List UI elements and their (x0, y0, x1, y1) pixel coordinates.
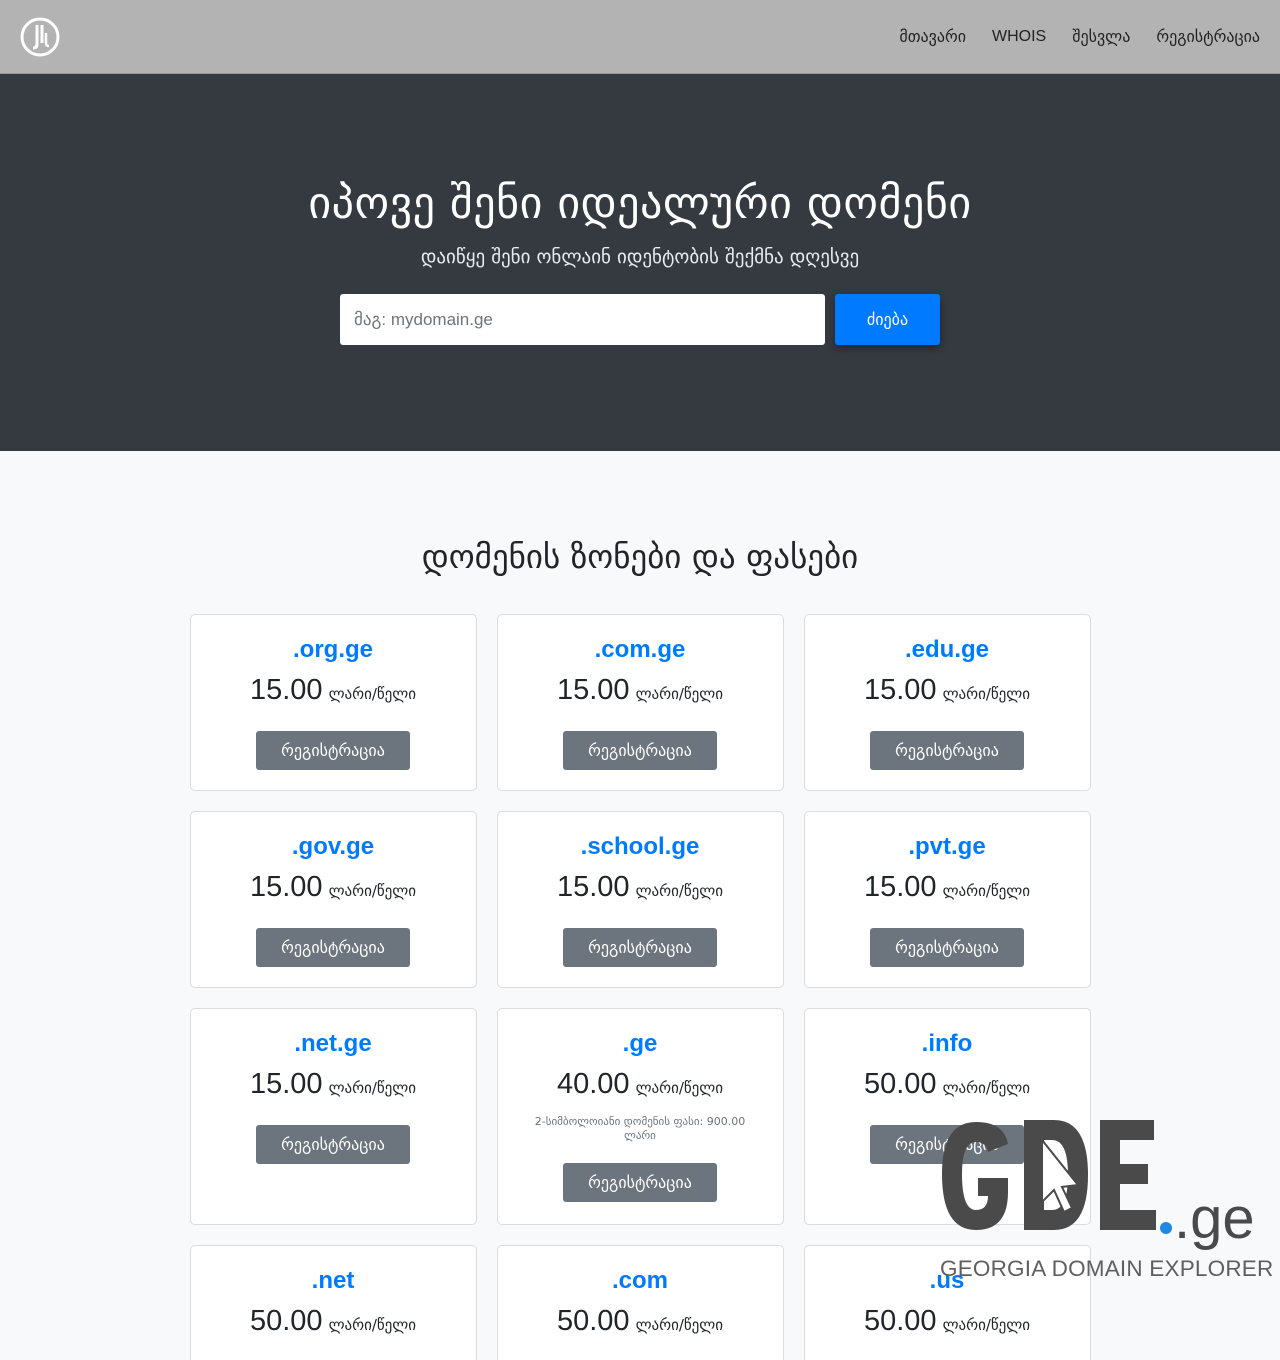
hero-section: იპოვე შენი იდეალური დომენი დაიწყე შენი ო… (0, 74, 1280, 451)
zone-price: 15.00 ლარი/წელი (191, 870, 476, 908)
zone-name: .gov.ge (291, 833, 375, 860)
zone-name: .school.ge (580, 833, 700, 860)
gde-watermark: .ge GEORGIA DOMAIN EXPLORER (936, 1112, 1273, 1292)
zone-card: .org.ge 15.00 ლარი/წელი რეგისტრაცია (189, 614, 477, 791)
zone-price: 15.00 ლარი/წელი (191, 673, 476, 711)
price-unit: ლარი/წელი (328, 685, 417, 703)
zone-price: 50.00 ლარი/წელი (805, 1304, 1090, 1342)
register-button[interactable]: რეგისტრაცია (870, 928, 1024, 967)
zone-name: .com (611, 1267, 668, 1294)
zone-name: .info (921, 1030, 973, 1057)
zone-price: 40.00 ლარი/წელი (498, 1067, 783, 1105)
nav-link-whois[interactable]: WHOIS (992, 28, 1046, 46)
price-unit: ლარი/წელი (942, 685, 1031, 703)
zone-card: .net.ge 15.00 ლარი/წელი რეგისტრაცია (189, 1008, 477, 1225)
price-value: 40.00 (556, 1068, 630, 1100)
zone-card: .edu.ge 15.00 ლარი/წელი რეგისტრაცია (803, 614, 1091, 791)
zone-name: .pvt.ge (908, 833, 986, 860)
zone-price: 50.00 ლარი/წელი (498, 1304, 783, 1342)
gde-tagline: GEORGIA DOMAIN EXPLORER (940, 1256, 1274, 1281)
price-unit: ლარი/წელი (328, 882, 417, 900)
zone-name: .org.ge (292, 636, 373, 663)
zones-title: დომენის ზონები და ფასები (421, 537, 859, 576)
register-button[interactable]: რეგისტრაცია (256, 731, 410, 770)
gde-logo-icon: .ge (942, 1120, 1255, 1251)
logo-icon (20, 17, 60, 56)
price-unit: ლარი/წელი (942, 1316, 1031, 1334)
price-value: 50.00 (249, 1305, 323, 1337)
zone-price: 50.00 ლარი/წელი (191, 1304, 476, 1342)
price-unit: ლარი/წელი (635, 1079, 724, 1097)
gde-suffix: .ge (1174, 1186, 1255, 1251)
price-unit: ლარი/წელი (942, 882, 1031, 900)
nav-links: მთავარი WHOIS შესვლა რეგისტრაცია (899, 27, 1260, 46)
zone-price: 15.00 ლარი/წელი (498, 673, 783, 711)
nav-link-login[interactable]: შესვლა (1072, 27, 1130, 46)
register-button[interactable]: რეგისტრაცია (563, 731, 717, 770)
price-value: 50.00 (863, 1305, 937, 1337)
price-unit: ლარი/წელი (328, 1079, 417, 1097)
price-value: 15.00 (556, 674, 630, 706)
price-value: 15.00 (863, 871, 937, 903)
zone-price: 15.00 ლარი/წელი (498, 870, 783, 908)
register-button[interactable]: რეგისტრაცია (563, 1163, 717, 1202)
register-button[interactable]: რეგისტრაცია (256, 1125, 410, 1164)
domain-search-input[interactable] (340, 294, 825, 345)
zone-name: .edu.ge (904, 636, 989, 663)
price-value: 50.00 (863, 1068, 937, 1100)
price-unit: ლარი/წელი (942, 1079, 1031, 1097)
search-button[interactable]: ძიება (835, 294, 940, 345)
zone-card: .net 50.00 ლარი/წელი (189, 1245, 477, 1360)
price-unit: ლარი/წელი (635, 1316, 724, 1334)
price-unit: ლარი/წელი (328, 1316, 417, 1334)
navbar: მთავარი WHOIS შესვლა რეგისტრაცია (0, 0, 1280, 74)
zone-card: .ge 40.00 ლარი/წელი 2-სიმბოლოიანი დომენის ფ… (496, 1008, 784, 1225)
price-value: 15.00 (556, 871, 630, 903)
zone-card: .com 50.00 ლარი/წელი (496, 1245, 784, 1360)
price-value: 50.00 (556, 1305, 630, 1337)
register-button[interactable]: რეგისტრაცია (563, 928, 717, 967)
price-value: 15.00 (249, 674, 323, 706)
zone-card: .gov.ge 15.00 ლარი/წელი რეგისტრაცია (189, 811, 477, 988)
register-button[interactable]: რეგისტრაცია (256, 928, 410, 967)
zone-name: .net.ge (294, 1030, 372, 1057)
zone-card: .school.ge 15.00 ლარი/წელი რეგისტრაცია (496, 811, 784, 988)
price-unit: ლარი/წელი (635, 882, 724, 900)
zone-card: .com.ge 15.00 ლარი/წელი რეგისტრაცია (496, 614, 784, 791)
domain-search-form: ძიება (0, 294, 1280, 345)
zone-price: 15.00 ლარი/წელი (191, 1067, 476, 1105)
price-value: 15.00 (863, 674, 937, 706)
hero-title: იპოვე შენი იდეალური დომენი (308, 178, 972, 229)
nav-link-register[interactable]: რეგისტრაცია (1156, 27, 1260, 46)
site-logo[interactable] (20, 17, 60, 57)
zone-note: 2-სიმბოლოიანი დომენის ფასი: 900.00 ლარი (534, 1115, 746, 1142)
zone-price: 50.00 ლარი/წელი (805, 1067, 1090, 1105)
zone-price: 15.00 ლარი/წელი (805, 673, 1090, 711)
zone-name: .net (311, 1267, 355, 1294)
price-unit: ლარი/წელი (635, 685, 724, 703)
register-button[interactable]: რეგისტრაცია (870, 731, 1024, 770)
zone-name: .com.ge (594, 636, 686, 663)
price-value: 15.00 (249, 871, 323, 903)
zone-price: 15.00 ლარი/წელი (805, 870, 1090, 908)
zone-card: .pvt.ge 15.00 ლარი/წელი რეგისტრაცია (803, 811, 1091, 988)
nav-link-home[interactable]: მთავარი (899, 27, 966, 46)
zone-name: .ge (622, 1030, 658, 1057)
hero-subtitle: დაიწყე შენი ონლაინ იდენტობის შექმნა დღეს… (420, 246, 860, 268)
price-value: 15.00 (249, 1068, 323, 1100)
